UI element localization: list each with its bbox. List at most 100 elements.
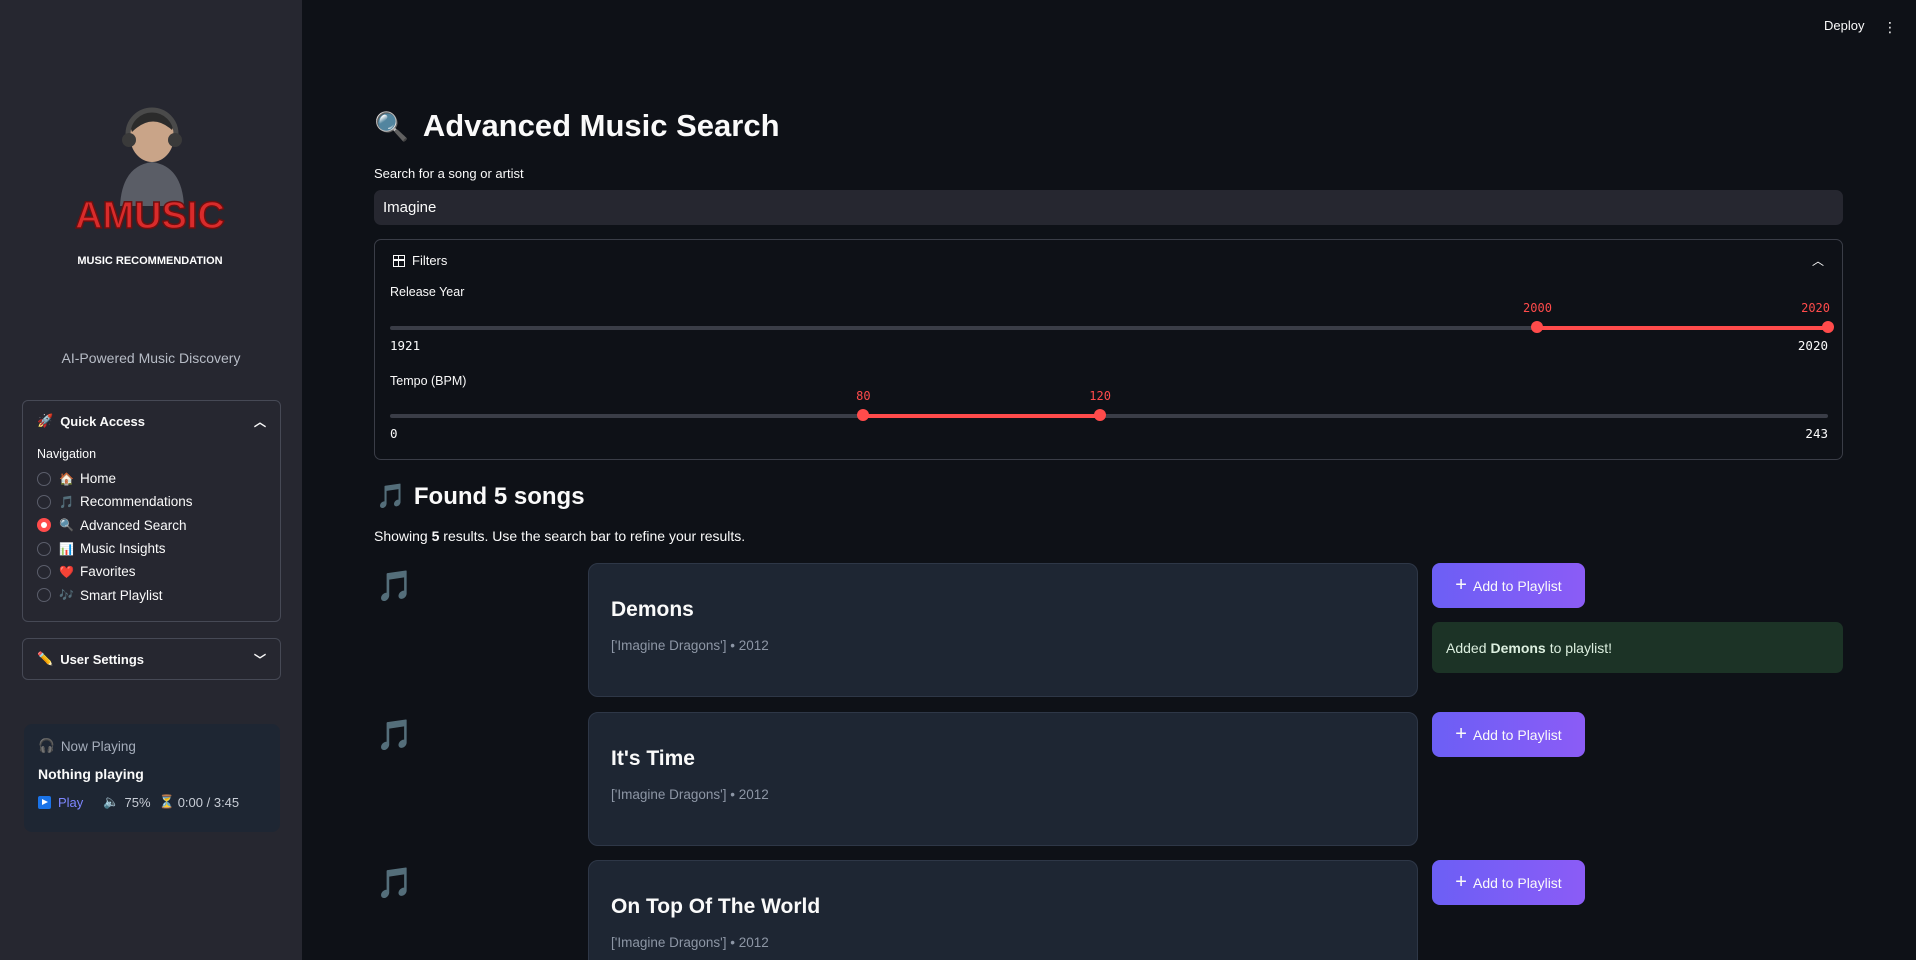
page-title: 🔍 Advanced Music Search xyxy=(374,108,780,144)
summary-suffix: results. Use the search bar to refine yo… xyxy=(439,528,746,544)
filters-header[interactable]: Filters xyxy=(393,253,447,268)
nav-item-label: Favorites xyxy=(79,564,136,580)
plus-icon: + xyxy=(1455,723,1467,745)
add-to-playlist-label: Add to Playlist xyxy=(1472,874,1562,891)
release-year-high-value: 2020 xyxy=(1801,301,1830,315)
play-icon xyxy=(38,795,51,809)
nav-item-label: Advanced Search xyxy=(79,517,187,533)
nav-item-label: Home xyxy=(79,471,116,487)
pencil-icon: ✏️ xyxy=(37,651,54,666)
quick-access-header[interactable]: 🚀 Quick Access ︿ xyxy=(23,401,280,441)
chevron-down-icon[interactable]: ﹀ xyxy=(254,651,266,668)
song-meta: ['Imagine Dragons'] • 2012 xyxy=(611,638,769,653)
release-year-low-value: 2000 xyxy=(1523,301,1552,315)
tempo-label: Tempo (BPM) xyxy=(390,374,467,388)
nav-item-recommendations[interactable]: 🎵 Recommendations xyxy=(23,490,280,513)
tempo-slider[interactable]: 80 120 xyxy=(390,389,1828,421)
nav-item-smart-playlist[interactable]: 🎶 Smart Playlist xyxy=(23,583,280,606)
results-heading-text: Found 5 songs xyxy=(413,482,585,510)
tempo-high-thumb[interactable] xyxy=(1094,409,1107,421)
music-note-icon: 🎵 xyxy=(376,867,414,900)
song-title: It's Time xyxy=(611,747,695,770)
add-to-playlist-label: Add to Playlist xyxy=(1472,577,1562,594)
now-playing-status: Nothing playing xyxy=(38,766,144,782)
page-title-text: Advanced Music Search xyxy=(422,108,780,143)
nav-emoji-icon: 🎶 xyxy=(59,588,74,603)
radio-button[interactable] xyxy=(37,518,51,533)
nav-item-label: Smart Playlist xyxy=(79,587,163,603)
nav-item-label: Music Insights xyxy=(79,541,166,557)
release-year-low-thumb[interactable] xyxy=(1531,321,1544,333)
rocket-icon: 🚀 xyxy=(37,413,54,428)
song-meta: ['Imagine Dragons'] • 2012 xyxy=(611,787,769,802)
nav-item-favorites[interactable]: ❤️ Favorites xyxy=(23,560,280,583)
toast-suffix: to playlist! xyxy=(1549,639,1612,656)
search-input[interactable] xyxy=(374,190,1843,225)
song-card: Demons ['Imagine Dragons'] • 2012 xyxy=(588,563,1418,697)
release-year-slider[interactable]: 2000 2020 xyxy=(390,301,1834,333)
deploy-button[interactable]: Deploy xyxy=(1824,18,1864,33)
nav-emoji-icon: 📊 xyxy=(59,541,74,556)
sidebar: AMUSIC MUSIC RECOMMENDATION AI-Powered M… xyxy=(0,0,302,960)
kebab-menu-icon[interactable]: ⋮ xyxy=(1883,19,1897,36)
release-year-fill xyxy=(1537,326,1828,330)
nav-item-advanced-search[interactable]: 🔍 Advanced Search xyxy=(23,514,280,537)
radio-button[interactable] xyxy=(37,541,51,556)
tempo-low-value: 80 xyxy=(856,389,871,403)
tempo-low-thumb[interactable] xyxy=(857,409,870,421)
add-to-playlist-button[interactable]: + Add to Playlist xyxy=(1432,712,1585,757)
radio-button[interactable] xyxy=(37,494,51,509)
toast-song: Demons xyxy=(1490,639,1546,656)
nav-emoji-icon: 🏠 xyxy=(59,471,74,486)
volume-value: 75% xyxy=(124,794,151,810)
user-settings-header[interactable]: ✏️ User Settings ﹀ xyxy=(23,639,280,679)
toast-prefix: Added xyxy=(1446,639,1487,656)
time-value: 0:00 / 3:45 xyxy=(177,794,240,810)
navigation-label: Navigation xyxy=(37,447,97,461)
play-button[interactable]: Play xyxy=(38,795,83,810)
add-to-playlist-button[interactable]: + Add to Playlist xyxy=(1432,860,1585,905)
plus-icon: + xyxy=(1455,574,1467,596)
summary-prefix: Showing xyxy=(374,528,432,544)
results-heading: 🎵 Found 5 songs xyxy=(376,482,585,511)
radio-button[interactable] xyxy=(37,564,51,579)
tempo-high-value: 120 xyxy=(1089,389,1111,403)
song-title: Demons xyxy=(611,598,694,621)
nav-emoji-icon: 🔍 xyxy=(59,518,74,533)
play-label: Play xyxy=(58,794,84,810)
music-note-icon: 🎵 xyxy=(376,570,414,603)
song-card: It's Time ['Imagine Dragons'] • 2012 xyxy=(588,712,1418,846)
song-card: On Top Of The World ['Imagine Dragons'] •… xyxy=(588,860,1418,960)
radio-button[interactable] xyxy=(37,588,51,603)
now-playing-widget: 🎧 Now Playing Nothing playing Play 🔈 75%… xyxy=(24,724,280,832)
quick-access-title: Quick Access xyxy=(60,413,145,429)
release-year-min: 1921 xyxy=(390,338,421,353)
release-year-high-thumb[interactable] xyxy=(1822,321,1834,333)
chevron-up-icon[interactable]: ︿ xyxy=(254,413,266,430)
search-label: Search for a song or artist xyxy=(374,166,524,181)
tempo-min: 0 xyxy=(390,426,398,441)
nav-item-home[interactable]: 🏠 Home xyxy=(23,467,280,490)
song-meta: ['Imagine Dragons'] • 2012 xyxy=(611,935,769,950)
radio-button[interactable] xyxy=(37,471,51,486)
chevron-up-icon[interactable]: ︿ xyxy=(1812,252,1824,269)
tagline: AI-Powered Music Discovery xyxy=(61,350,241,366)
user-settings-title: User Settings xyxy=(60,651,144,667)
navigation-radio-group: 🏠 Home 🎵 Recommendations 🔍 Advanced Search 📊 Mu… xyxy=(23,467,280,607)
filters-expander: Filters ︿ Release Year 2000 2020 1921 20… xyxy=(374,239,1843,460)
user-settings-panel: ✏️ User Settings ﹀ xyxy=(22,638,281,680)
add-to-playlist-label: Add to Playlist xyxy=(1472,726,1562,743)
add-to-playlist-button[interactable]: + Add to Playlist xyxy=(1432,563,1585,608)
nav-emoji-icon: 🎵 xyxy=(59,494,74,509)
filters-title: Filters xyxy=(412,253,448,268)
speaker-icon: 🔈 xyxy=(103,794,120,809)
song-title: On Top Of The World xyxy=(611,895,821,918)
release-year-label: Release Year xyxy=(390,285,465,299)
music-note-icon: 🎵 xyxy=(376,483,406,510)
release-year-max: 2020 xyxy=(1797,338,1828,353)
tempo-fill xyxy=(863,414,1101,418)
quick-access-panel: 🚀 Quick Access ︿ Navigation 🏠 Home 🎵 Recomm… xyxy=(22,400,281,622)
hourglass-icon: ⏳ xyxy=(158,794,175,809)
nav-item-music-insights[interactable]: 📊 Music Insights xyxy=(23,537,280,560)
music-note-icon: 🎵 xyxy=(376,719,414,752)
